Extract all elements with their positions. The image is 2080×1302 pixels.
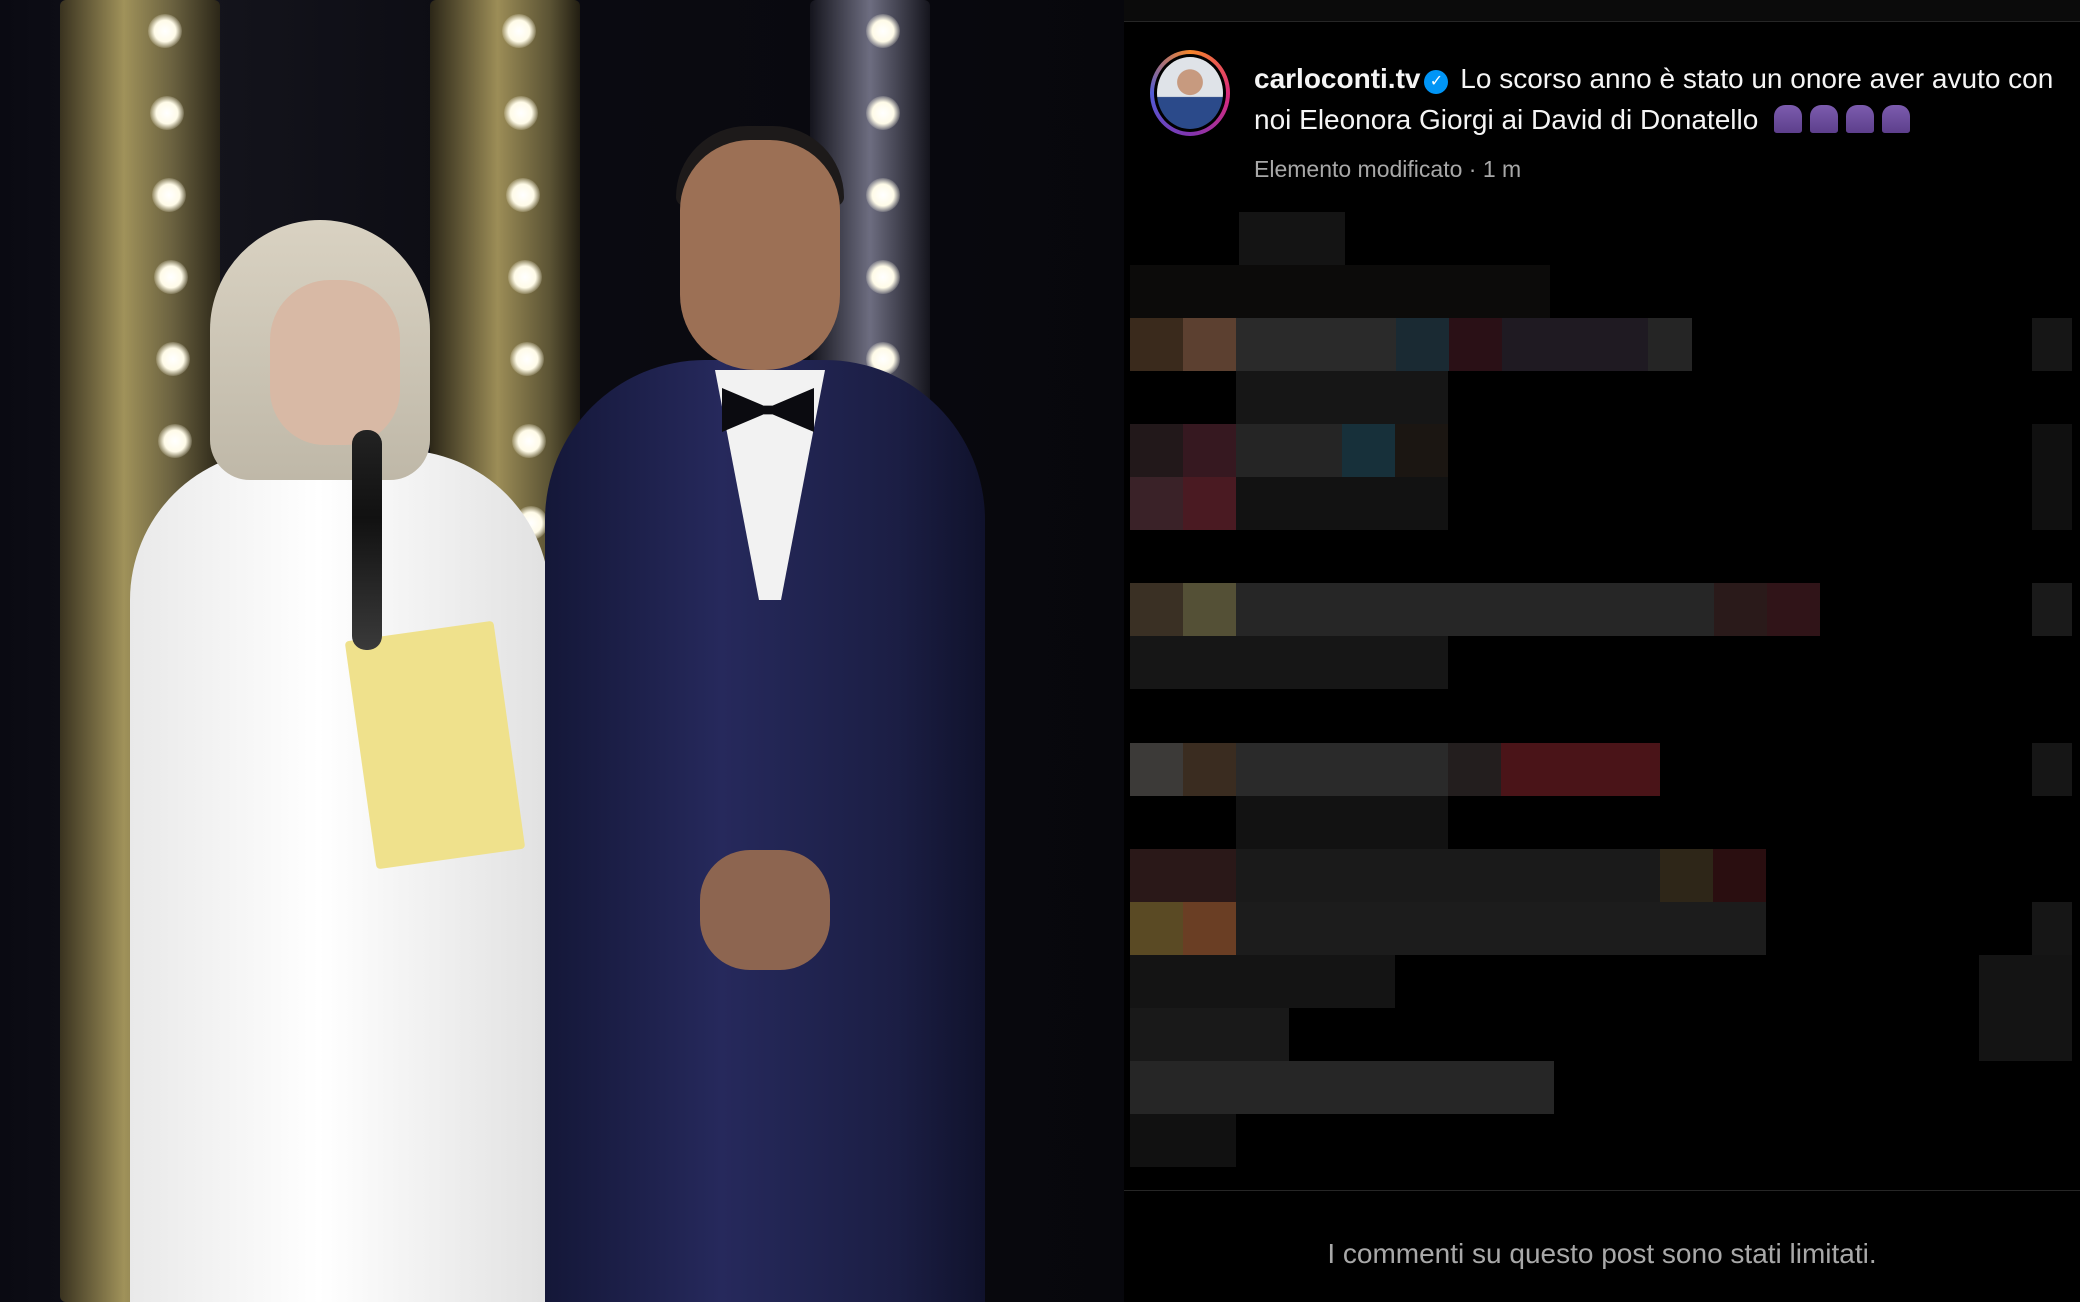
stage-light — [510, 342, 544, 376]
stage-light — [508, 260, 542, 294]
comments-limited-notice: I commenti su questo post sono stati lim… — [1327, 1238, 1877, 1269]
man-hands — [700, 850, 830, 970]
pixel-block — [1130, 477, 1183, 530]
stage-light — [512, 424, 546, 458]
stage-light — [866, 96, 900, 130]
pixel-block — [2032, 743, 2072, 796]
microphone — [352, 430, 382, 650]
folded-hands-icon — [1774, 105, 1803, 133]
post-side-panel: carloconti.tv ✓ Lo scorso anno è stato un… — [1124, 0, 2080, 1302]
stage-light — [148, 14, 182, 48]
pixel-block — [1660, 849, 1713, 902]
pixel-block — [1449, 318, 1502, 371]
pixel-block — [1130, 1061, 1554, 1114]
stage-light — [866, 178, 900, 212]
award-envelope — [344, 620, 526, 870]
pixel-block — [1767, 583, 1820, 636]
avatar-inner — [1154, 54, 1226, 132]
stage-light — [158, 424, 192, 458]
pixel-block — [2032, 902, 2072, 955]
pixel-block — [1236, 902, 1766, 955]
pixel-block — [1502, 318, 1648, 371]
pixel-block — [1713, 849, 1766, 902]
pixel-block — [1342, 424, 1395, 477]
pixel-block — [1130, 743, 1183, 796]
folded-hands-icon — [1810, 105, 1839, 133]
avatar-image — [1157, 57, 1223, 129]
pixel-block — [1130, 265, 1550, 318]
pixel-block — [1236, 849, 1660, 902]
pixel-block — [2032, 318, 2072, 371]
post-meta: Elemento modificato · 1 m — [1254, 156, 1522, 182]
pixel-block — [1236, 424, 1342, 477]
pixel-block — [1183, 318, 1236, 371]
pixel-block — [1501, 743, 1660, 796]
stage-light — [866, 14, 900, 48]
avatar[interactable] — [1150, 50, 1230, 136]
panel-top-bar — [1124, 0, 2080, 22]
pixel-block — [1130, 902, 1183, 955]
stage-light — [504, 96, 538, 130]
pixel-block — [1130, 318, 1183, 371]
pixel-block — [1714, 583, 1767, 636]
pixel-block — [1448, 743, 1501, 796]
divider — [1124, 1190, 2080, 1191]
pixel-block — [1648, 318, 1692, 371]
pixel-block — [1236, 583, 1766, 636]
pixel-block — [1130, 583, 1183, 636]
pixel-block — [1183, 902, 1236, 955]
pixel-block — [2032, 583, 2072, 636]
stage-light — [866, 260, 900, 294]
pixel-block — [1396, 318, 1449, 371]
pixel-block — [1236, 371, 1448, 424]
stage-light — [156, 342, 190, 376]
pixel-block — [1130, 424, 1183, 477]
stage-light — [150, 96, 184, 130]
pixel-block — [1236, 743, 1448, 796]
pixel-block — [1130, 636, 1448, 689]
pixel-block — [1130, 849, 1236, 902]
pixel-block — [1239, 212, 1345, 265]
pixel-block — [1236, 477, 1448, 530]
post-image — [0, 0, 1124, 1302]
woman-figure — [130, 450, 550, 1302]
pixel-block — [1130, 1114, 1236, 1167]
stage-light — [152, 178, 186, 212]
pixel-block — [1130, 955, 1395, 1008]
verified-badge-icon: ✓ — [1424, 70, 1449, 94]
pixel-block — [1395, 424, 1448, 477]
pixel-block — [1183, 743, 1236, 796]
username-link[interactable]: carloconti.tv — [1254, 63, 1420, 94]
man-face — [680, 140, 840, 370]
pixel-block — [1236, 796, 1448, 849]
folded-hands-icon — [1882, 105, 1911, 133]
pixel-block — [1183, 424, 1236, 477]
pixel-block — [1183, 477, 1236, 530]
stage-light — [154, 260, 188, 294]
pixel-block — [1183, 583, 1236, 636]
woman-face — [270, 280, 400, 445]
pixel-block — [1979, 955, 2072, 1061]
stage-light — [506, 178, 540, 212]
stage-light — [502, 14, 536, 48]
folded-hands-icon — [1846, 105, 1875, 133]
pixel-block — [2032, 424, 2072, 530]
pixel-block — [1130, 1008, 1289, 1061]
post-caption: carloconti.tv ✓ Lo scorso anno è stato un… — [1254, 58, 2054, 140]
